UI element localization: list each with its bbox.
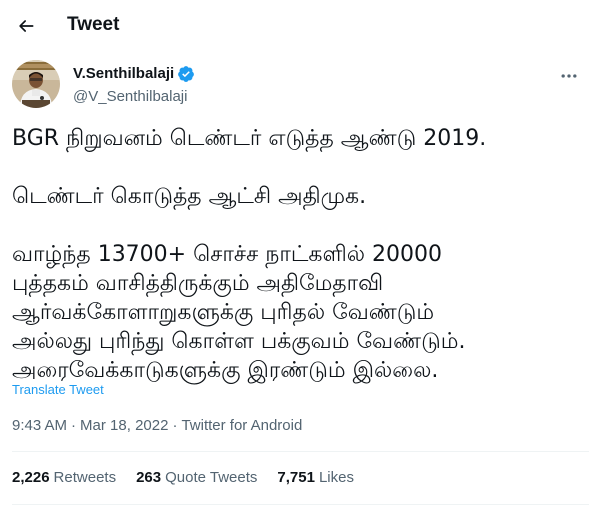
verified-badge-icon — [178, 66, 195, 82]
retweets-count: 2,226 — [12, 469, 50, 486]
back-button[interactable] — [10, 10, 42, 42]
tweet-time[interactable]: 9:43 AM — [12, 417, 67, 434]
quote-tweets-count: 263 — [136, 469, 162, 486]
tweet-line: அரைவேக்காடுகளுக்கு இரண்டும் இல்லை. — [12, 358, 439, 383]
page-title: Tweet — [67, 14, 120, 35]
avatar-image — [12, 60, 60, 108]
divider — [12, 451, 589, 452]
tweet-meta: 9:43 AM · Mar 18, 2022 · Twitter for Android — [12, 416, 302, 436]
tweet-line: வாழ்ந்த 13700+ சொச்ச நாட்களில் 20000 — [12, 242, 443, 267]
tweet-text: BGR நிறுவனம் டெண்டர் எடுத்த ஆண்டு 2019. … — [12, 124, 592, 385]
quote-tweets-stat[interactable]: 263 Quote Tweets — [136, 468, 257, 488]
tweet-line-gap — [12, 211, 592, 240]
meta-separator: · — [172, 417, 178, 434]
author-name[interactable]: V.Senthilbalaji — [73, 64, 195, 84]
author-handle[interactable]: @V_Senthilbalaji — [73, 87, 187, 107]
likes-stat[interactable]: 7,751 Likes — [277, 468, 354, 488]
tweet-line: அல்லது புரிந்து கொள்ள பக்குவம் வேண்டும். — [12, 329, 466, 354]
tweet-line: ஆர்வக்கோளாறுகளுக்கு புரிதல் வேண்டும் — [12, 300, 435, 325]
author-name-text: V.Senthilbalaji — [73, 65, 175, 82]
retweets-stat[interactable]: 2,226 Retweets — [12, 468, 116, 488]
retweets-label: Retweets — [53, 469, 117, 486]
likes-label: Likes — [318, 469, 354, 486]
tweet-author: V.Senthilbalaji @V_Senthilbalaji — [0, 56, 601, 116]
divider — [12, 504, 589, 505]
meta-separator: · — [71, 417, 77, 434]
more-options-button[interactable] — [554, 64, 584, 88]
more-horizontal-icon — [561, 74, 577, 78]
translate-tweet-link[interactable]: Translate Tweet — [12, 382, 104, 398]
tweet-line: BGR நிறுவனம் டெண்டர் எடுத்த ஆண்டு 2019. — [12, 126, 487, 151]
tweet-header: Tweet — [0, 0, 601, 52]
avatar[interactable] — [12, 60, 60, 108]
quote-tweets-label: Quote Tweets — [165, 469, 258, 486]
arrow-left-icon — [19, 20, 34, 32]
tweet-line: புத்தகம் வாசித்திருக்கும் அதிமேதாவி — [12, 271, 384, 296]
tweet-stats: 2,226 Retweets 263 Quote Tweets 7,751 Likes — [12, 468, 374, 488]
tweet-line: டெண்டர் கொடுத்த ஆட்சி அதிமுக. — [12, 184, 367, 209]
likes-count: 7,751 — [277, 469, 315, 486]
tweet-date[interactable]: Mar 18, 2022 — [80, 417, 168, 434]
tweet-line-gap — [12, 153, 592, 182]
tweet-source: Twitter for Android — [181, 417, 303, 434]
